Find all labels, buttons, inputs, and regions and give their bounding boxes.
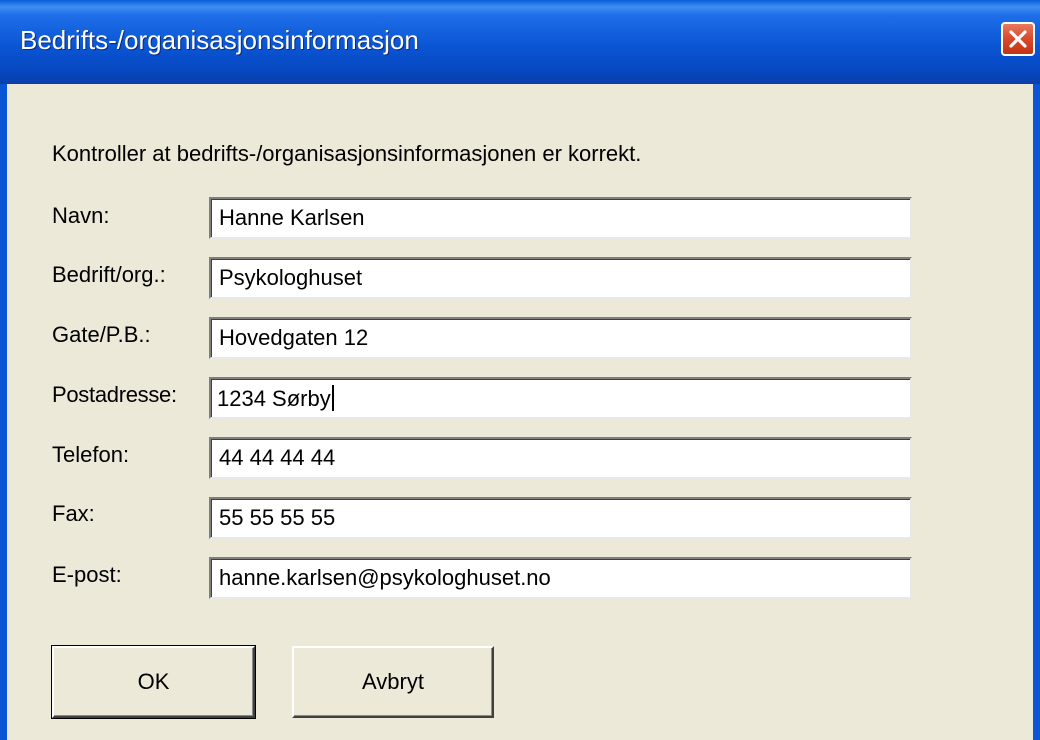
window-title: Bedrifts-/organisasjonsinformasjon xyxy=(20,25,419,55)
fax-label: Fax: xyxy=(52,501,95,526)
postal-address-label: Postadresse: xyxy=(52,382,177,407)
fax-field[interactable]: 55 55 55 55 xyxy=(209,497,912,539)
name-field[interactable]: Hanne Karlsen xyxy=(209,197,912,239)
close-button[interactable] xyxy=(1001,22,1035,56)
email-field-value: hanne.karlsen@psykologhuset.no xyxy=(219,565,551,590)
street-field[interactable]: Hovedgaten 12 xyxy=(209,317,912,359)
phone-field-value: 44 44 44 44 xyxy=(219,445,336,470)
text-caret xyxy=(331,385,334,411)
company-field[interactable]: Psykologhuset xyxy=(209,257,912,299)
name-label: Navn: xyxy=(52,203,110,228)
window-frame-left xyxy=(0,84,7,740)
phone-label: Telefon: xyxy=(52,442,130,467)
window-frame-right xyxy=(1033,84,1040,740)
fax-field-value: 55 55 55 55 xyxy=(219,505,336,530)
cancel-button[interactable]: Avbryt xyxy=(292,646,494,718)
ok-button[interactable]: OK xyxy=(51,645,256,719)
instruction-text: Kontroller at bedrifts-/organisasjonsinf… xyxy=(52,141,642,166)
title-bar[interactable]: Bedrifts-/organisasjonsinformasjon xyxy=(0,0,1040,84)
postal-address-field-value: 1234 Sørby xyxy=(217,386,331,411)
dialog-window: Bedrifts-/organisasjonsinformasjon Kontr… xyxy=(0,0,1040,740)
postal-address-field[interactable]: 1234 Sørby xyxy=(209,377,912,419)
email-label: E-post: xyxy=(52,562,122,587)
phone-field[interactable]: 44 44 44 44 xyxy=(209,437,912,479)
email-field[interactable]: hanne.karlsen@psykologhuset.no xyxy=(209,557,912,599)
street-label: Gate/P.B.: xyxy=(52,322,151,347)
company-label: Bedrift/org.: xyxy=(52,262,166,287)
name-field-value: Hanne Karlsen xyxy=(219,205,365,230)
company-field-value: Psykologhuset xyxy=(219,265,363,290)
street-field-value: Hovedgaten 12 xyxy=(219,325,369,350)
close-icon xyxy=(1009,30,1027,48)
